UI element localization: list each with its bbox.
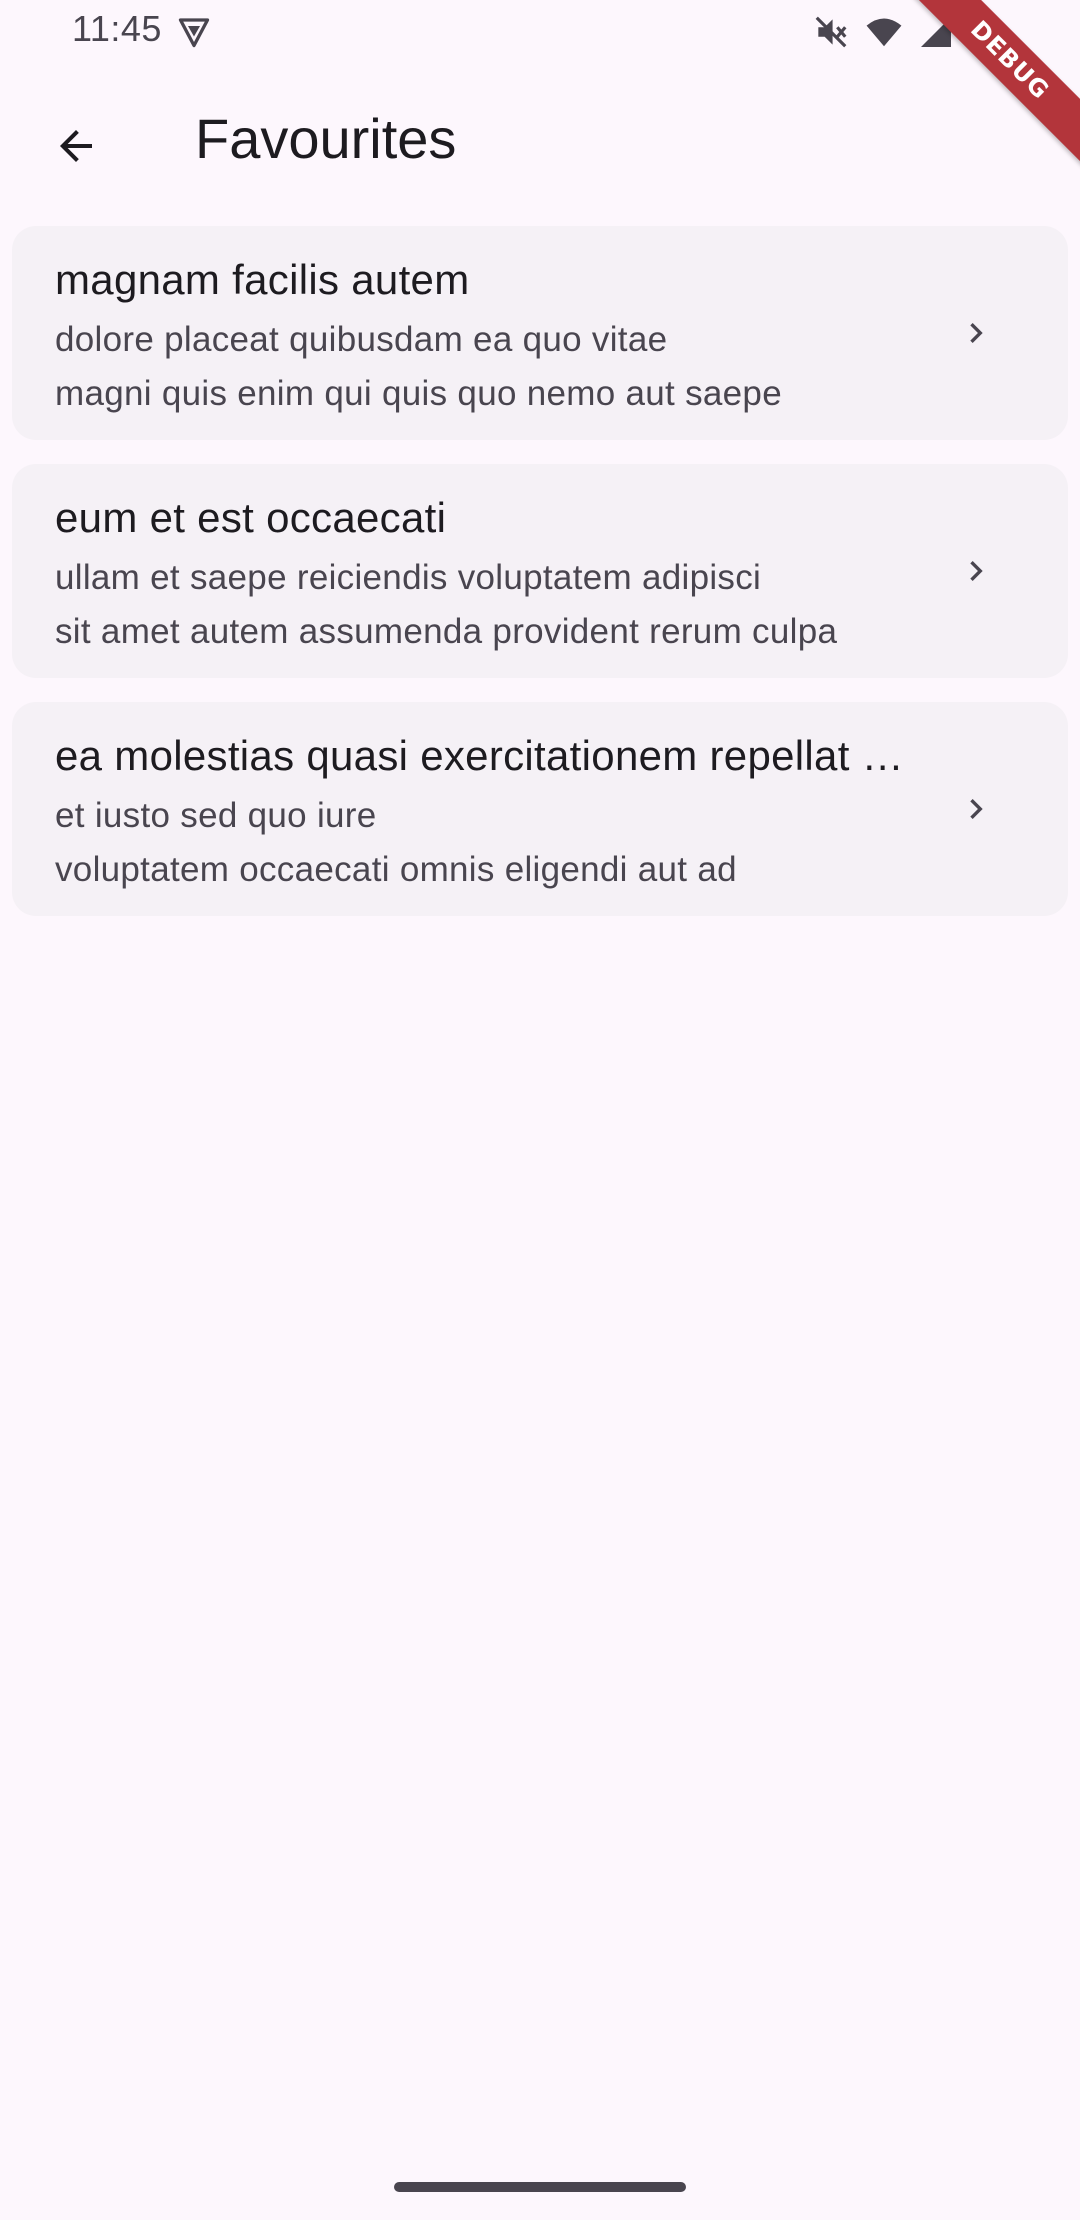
favourite-subtitle-line1: ullam et saepe reiciendis voluptatem adi…	[55, 558, 762, 597]
favourite-subtitle-line1: et iusto sed quo iure	[55, 796, 377, 835]
page-title: Favourites	[195, 107, 457, 170]
favourite-subtitle-line2: magni quis enim qui quis quo nemo aut sa…	[55, 374, 782, 413]
chevron-right-icon	[956, 551, 996, 591]
favourites-list: magnam facilis autem dolore placeat quib…	[12, 226, 1068, 940]
status-time: 11:45	[72, 8, 162, 49]
favourite-item[interactable]: eum et est occaecati ullam et saepe reic…	[12, 464, 1068, 678]
favourite-title: ea molestias quasi exercitationem repell…	[55, 732, 905, 779]
status-bar: 11:45	[0, 0, 1080, 64]
favourite-item[interactable]: magnam facilis autem dolore placeat quib…	[12, 226, 1068, 440]
favourite-title: magnam facilis autem	[55, 256, 470, 303]
mute-icon	[812, 13, 850, 51]
gesture-nav-bar[interactable]	[394, 2182, 686, 2192]
app-shield-icon	[176, 14, 212, 50]
arrow-back-icon	[52, 122, 100, 175]
chevron-right-icon	[956, 789, 996, 829]
favourite-subtitle-line2: voluptatem occaecati omnis eligendi aut …	[55, 850, 737, 889]
back-button[interactable]	[36, 108, 116, 188]
favourite-subtitle-line1: dolore placeat quibusdam ea quo vitae	[55, 320, 668, 359]
favourite-item[interactable]: ea molestias quasi exercitationem repell…	[12, 702, 1068, 916]
wifi-icon	[864, 13, 904, 51]
chevron-right-icon	[956, 313, 996, 353]
favourite-title: eum et est occaecati	[55, 494, 447, 541]
app-bar: Favourites	[0, 64, 1080, 216]
favourite-subtitle-line2: sit amet autem assumenda provident rerum…	[55, 612, 838, 651]
